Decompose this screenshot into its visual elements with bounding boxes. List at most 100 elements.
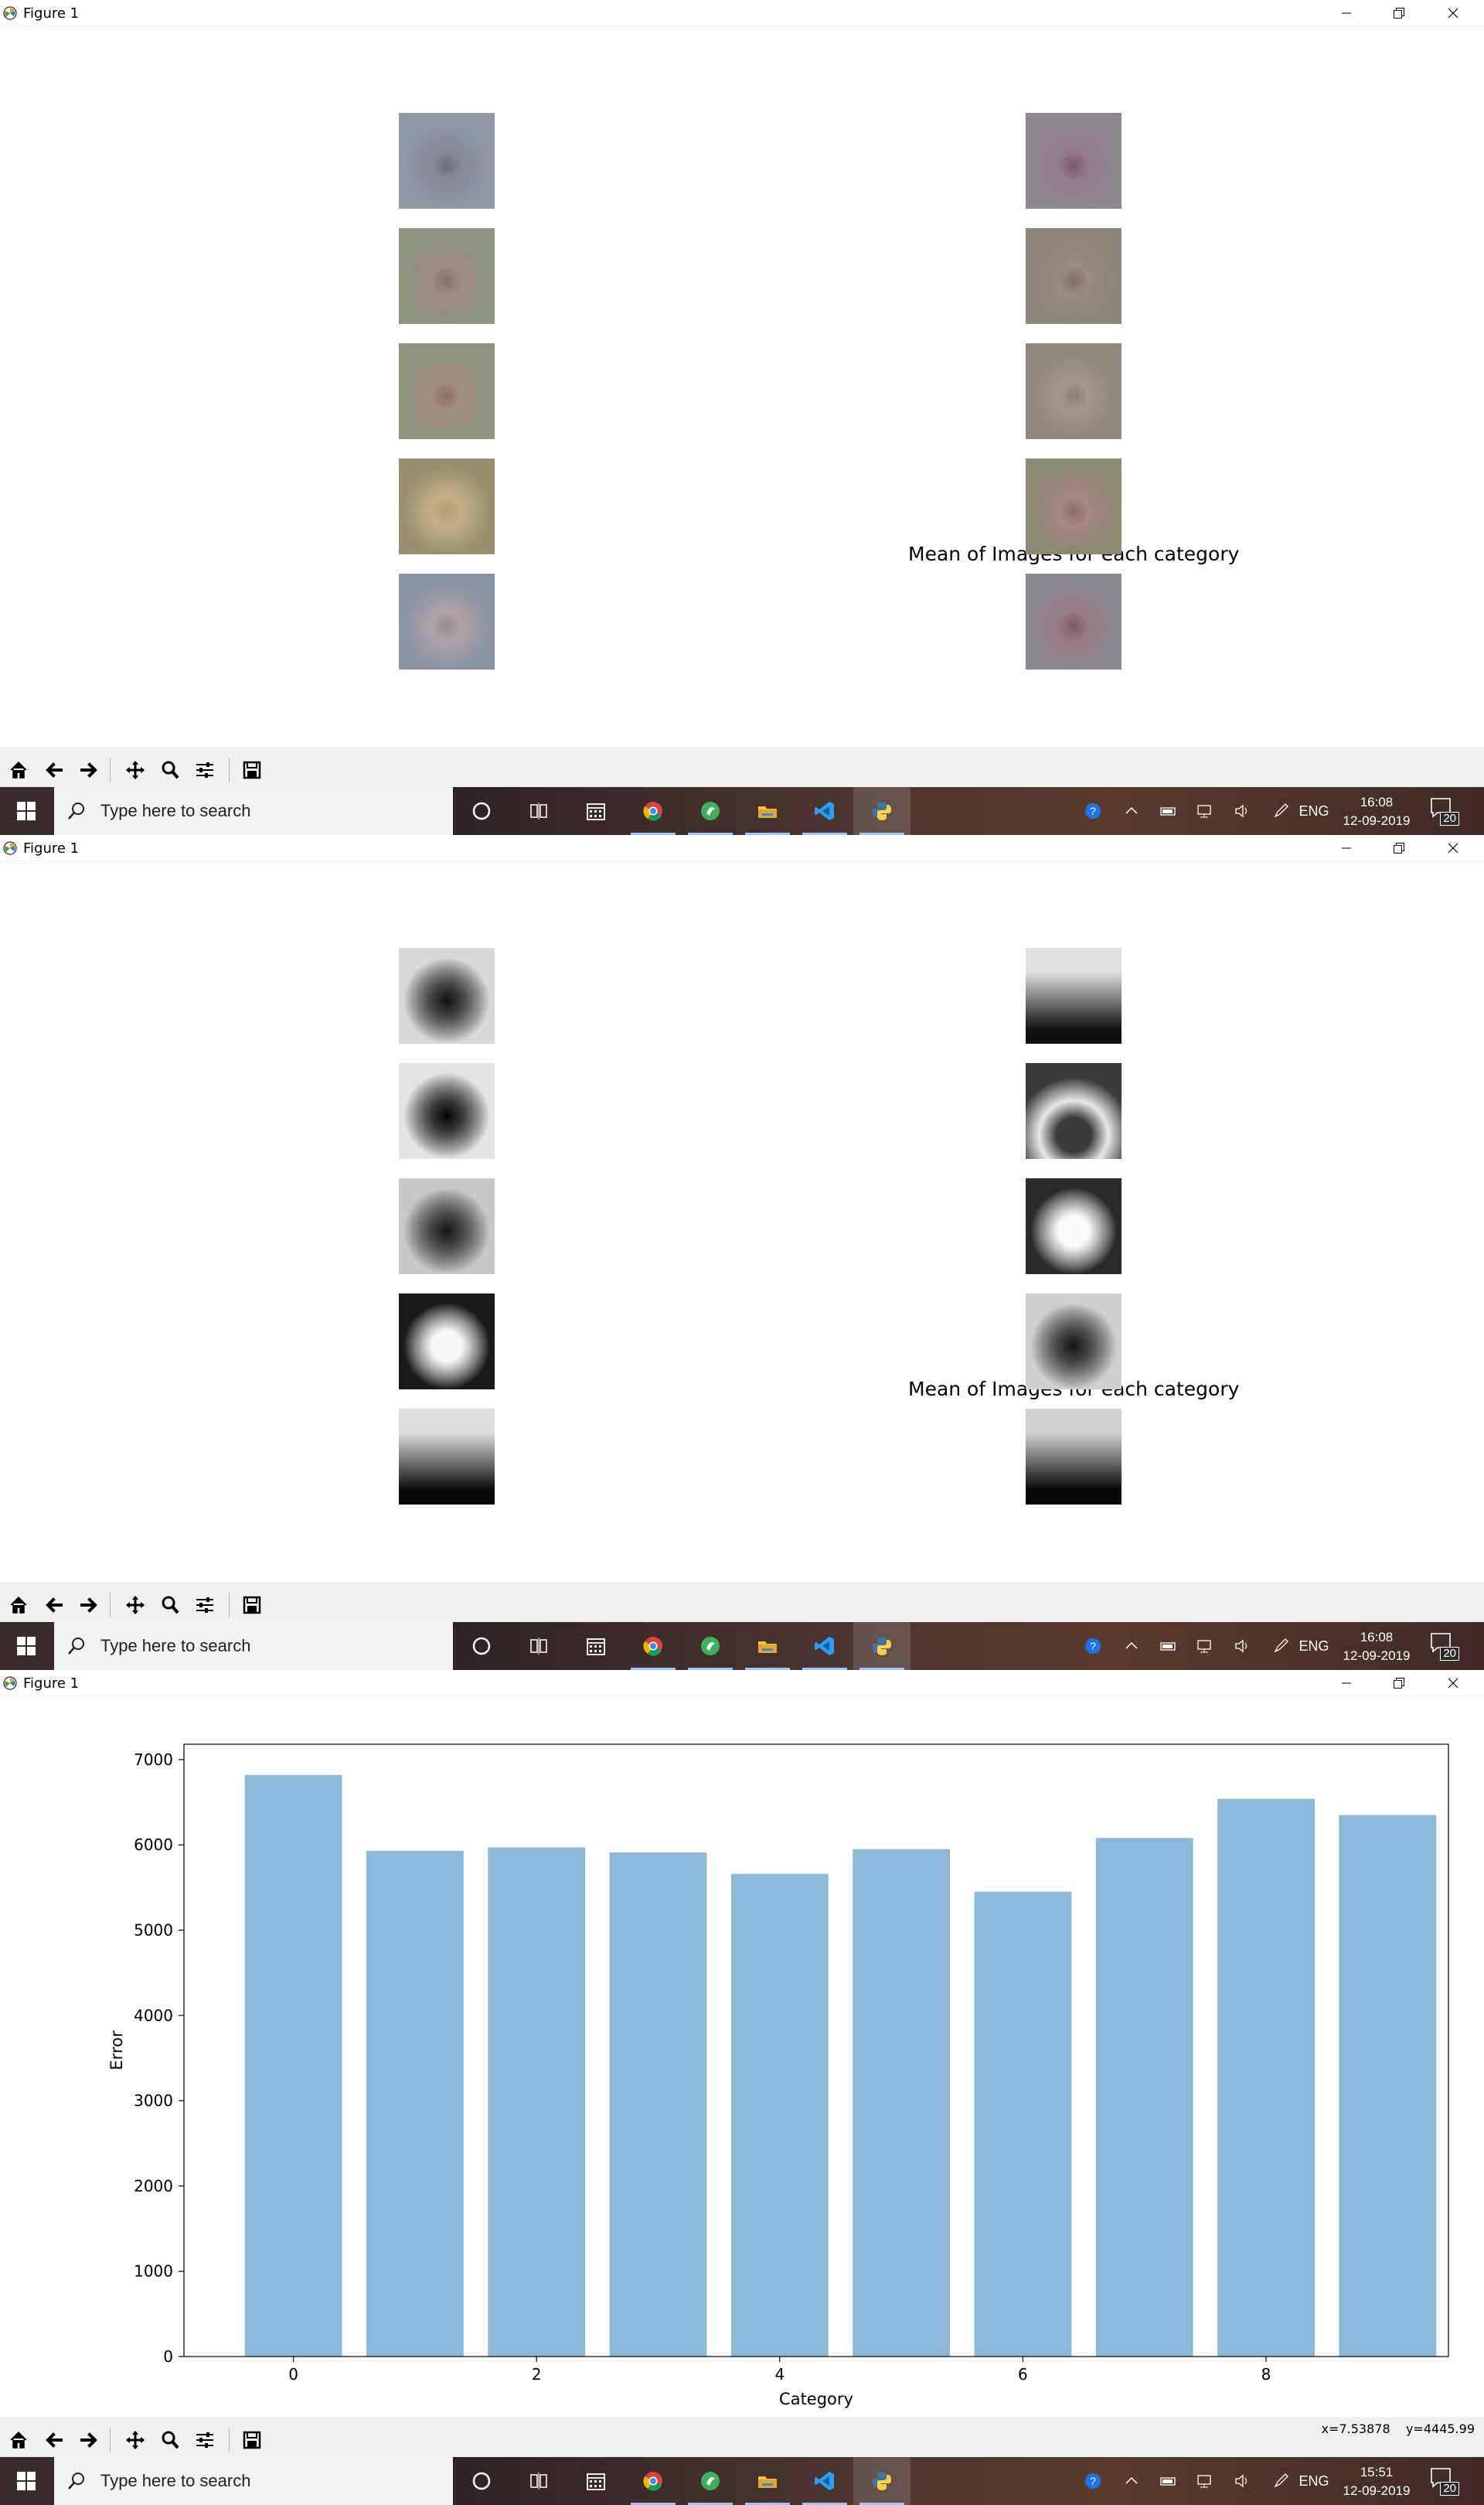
taskbar-search[interactable]: Type here to search	[54, 787, 453, 835]
forward-arrow-button[interactable]	[73, 1591, 104, 1619]
home-button[interactable]	[3, 1591, 34, 1619]
save-button[interactable]	[237, 756, 267, 784]
configure-subplots-button[interactable]	[189, 756, 220, 784]
taskbar-app-calendar[interactable]	[567, 2457, 625, 2505]
figure-canvas[interactable]: 0 1000 2000 3000 4000 5000 6000 7000 0 2 4 6 8 Catego…	[0, 1696, 1484, 2417]
tray-chevron-up[interactable]	[1115, 787, 1149, 835]
restore-button[interactable]	[1373, 1670, 1425, 1696]
close-button[interactable]	[1427, 1670, 1479, 1696]
taskbar-app-vscode[interactable]	[796, 2457, 853, 2505]
system-clock[interactable]: 16:08 12-09-2019	[1331, 793, 1422, 830]
system-clock[interactable]: 16:08 12-09-2019	[1331, 1628, 1422, 1665]
taskbar-app-task-view[interactable]	[510, 2457, 567, 2505]
pan-button[interactable]	[120, 756, 151, 784]
tray-battery[interactable]	[1152, 787, 1186, 835]
taskbar-app-calendar[interactable]	[567, 787, 625, 835]
restore-button[interactable]	[1373, 0, 1425, 26]
home-button[interactable]	[3, 2426, 34, 2454]
taskbar-app-task-view[interactable]	[510, 787, 567, 835]
action-center-button[interactable]: 20	[1428, 2465, 1459, 2497]
start-button[interactable]	[0, 787, 53, 835]
bar-chart[interactable]: 0 1000 2000 3000 4000 5000 6000 7000 0 2 4 6 8 Catego…	[0, 1696, 1484, 2417]
action-center-button[interactable]: 20	[1428, 795, 1459, 827]
taskbar-app-file-explorer[interactable]	[739, 1622, 796, 1670]
configure-subplots-button[interactable]	[189, 2426, 220, 2454]
pan-button[interactable]	[120, 2426, 151, 2454]
tray-network[interactable]	[1189, 1622, 1223, 1670]
zoom-button[interactable]	[155, 2426, 186, 2454]
back-arrow-button[interactable]	[39, 2426, 70, 2454]
tray-chevron-up[interactable]	[1115, 2457, 1149, 2505]
action-center-button[interactable]: 20	[1428, 1630, 1459, 1662]
bar-category-3[interactable]	[609, 1852, 707, 2357]
taskbar-app-task-view[interactable]	[510, 1622, 567, 1670]
taskbar-app-python[interactable]	[853, 787, 910, 835]
taskbar-app-chrome[interactable]	[625, 2457, 682, 2505]
tray-help[interactable]: ?	[1076, 2457, 1110, 2505]
tray-volume[interactable]	[1226, 787, 1260, 835]
language-indicator[interactable]: ENG	[1292, 787, 1336, 835]
language-indicator[interactable]: ENG	[1292, 2457, 1336, 2505]
zoom-button[interactable]	[155, 756, 186, 784]
start-button[interactable]	[0, 1622, 53, 1670]
mean-image-thumbnail	[399, 1063, 495, 1159]
figure-canvas[interactable]: Mean of Images for each category	[0, 861, 1484, 1582]
taskbar-search[interactable]: Type here to search	[54, 2457, 453, 2505]
taskbar-app-cortana[interactable]	[453, 2457, 510, 2505]
system-clock[interactable]: 15:51 12-09-2019	[1331, 2463, 1422, 2500]
taskbar-app-green-app[interactable]	[682, 1622, 739, 1670]
taskbar-app-green-app[interactable]	[682, 787, 739, 835]
taskbar-app-python[interactable]	[853, 1622, 910, 1670]
figure-canvas[interactable]: Mean of Images for each category	[0, 26, 1484, 747]
forward-arrow-button[interactable]	[73, 756, 104, 784]
bar-category-8[interactable]	[1217, 1798, 1315, 2357]
taskbar-app-vscode[interactable]	[796, 1622, 853, 1670]
taskbar-app-cortana[interactable]	[453, 1622, 510, 1670]
bar-category-5[interactable]	[853, 1849, 951, 2357]
home-button[interactable]	[3, 756, 34, 784]
bar-category-9[interactable]	[1339, 1815, 1437, 2357]
taskbar-app-file-explorer[interactable]	[739, 2457, 796, 2505]
taskbar-app-cortana[interactable]	[453, 787, 510, 835]
bar-category-4[interactable]	[730, 1873, 829, 2357]
taskbar-app-calendar[interactable]	[567, 1622, 625, 1670]
zoom-button[interactable]	[155, 1591, 186, 1619]
pan-button[interactable]	[120, 1591, 151, 1619]
tray-volume[interactable]	[1226, 2457, 1260, 2505]
configure-subplots-button[interactable]	[189, 1591, 220, 1619]
tray-battery[interactable]	[1152, 2457, 1186, 2505]
taskbar-app-python[interactable]	[853, 2457, 910, 2505]
back-arrow-button[interactable]	[39, 756, 70, 784]
tray-network[interactable]	[1189, 787, 1223, 835]
minimize-button[interactable]	[1320, 1670, 1373, 1696]
language-indicator[interactable]: ENG	[1292, 1622, 1336, 1670]
restore-button[interactable]	[1373, 835, 1425, 861]
minimize-button[interactable]	[1320, 0, 1373, 26]
taskbar-app-chrome[interactable]	[625, 787, 682, 835]
close-button[interactable]	[1427, 835, 1479, 861]
bar-category-7[interactable]	[1095, 1838, 1193, 2357]
bar-category-6[interactable]	[974, 1891, 1072, 2357]
taskbar-app-file-explorer[interactable]	[739, 787, 796, 835]
tray-volume[interactable]	[1226, 1622, 1260, 1670]
bar-category-2[interactable]	[488, 1847, 586, 2357]
window-title: Figure 1	[23, 1675, 80, 1692]
tray-battery[interactable]	[1152, 1622, 1186, 1670]
forward-arrow-button[interactable]	[73, 2426, 104, 2454]
back-arrow-button[interactable]	[39, 1591, 70, 1619]
tray-help[interactable]: ?	[1076, 1622, 1110, 1670]
bar-category-0[interactable]	[244, 1774, 342, 2357]
bar-category-1[interactable]	[366, 1850, 464, 2357]
taskbar-app-vscode[interactable]	[796, 787, 853, 835]
save-button[interactable]	[237, 2426, 267, 2454]
save-button[interactable]	[237, 1591, 267, 1619]
taskbar-app-chrome[interactable]	[625, 1622, 682, 1670]
tray-chevron-up[interactable]	[1115, 1622, 1149, 1670]
tray-help[interactable]: ?	[1076, 787, 1110, 835]
taskbar-app-green-app[interactable]	[682, 2457, 739, 2505]
close-button[interactable]	[1427, 0, 1479, 26]
tray-network[interactable]	[1189, 2457, 1223, 2505]
taskbar-search[interactable]: Type here to search	[54, 1622, 453, 1670]
start-button[interactable]	[0, 2457, 53, 2505]
minimize-button[interactable]	[1320, 835, 1373, 861]
